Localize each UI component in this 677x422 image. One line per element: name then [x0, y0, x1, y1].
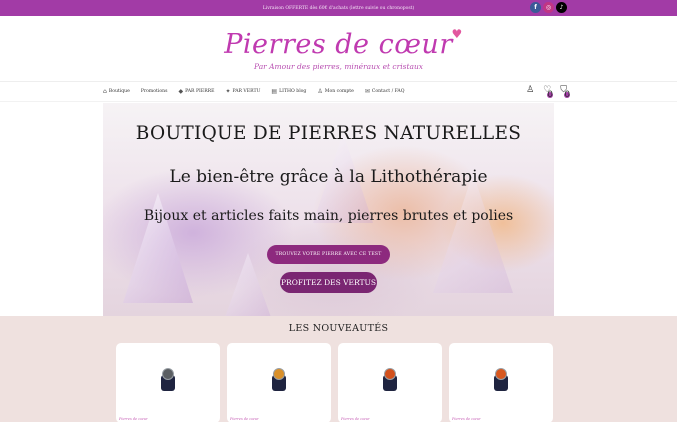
instagram-icon[interactable]: ◎ — [543, 2, 554, 13]
mail-icon: ✉ — [364, 88, 370, 95]
gem-icon: ◆ — [178, 88, 184, 95]
ring-stone — [495, 368, 507, 380]
nav-item-litho-blog[interactable]: ▤ LITHO blog — [271, 88, 306, 95]
new-arrivals-section: LES NOUVEAUTÉS Pierres de cœur Pierres d… — [0, 316, 677, 422]
product-card[interactable]: Pierres de cœur — [449, 343, 553, 422]
crystal-shard — [223, 253, 273, 316]
nav-item-label: Boutique — [108, 89, 130, 94]
nav-item-label: LITHO blog — [279, 89, 307, 94]
site-logo[interactable]: Pierres de cœur ♥ — [224, 28, 462, 60]
hero-subtitle: Le bien-être grâce à la Lithothérapie — [169, 167, 488, 187]
ring-image — [158, 367, 178, 391]
section-title: LES NOUVEAUTÉS — [288, 323, 389, 334]
product-card[interactable]: Pierres de cœur — [227, 343, 331, 422]
user-icon: ♙ — [317, 88, 323, 95]
product-watermark: Pierres de cœur — [119, 417, 148, 421]
hero-tagline: Bijoux et articles faits main, pierres b… — [143, 208, 514, 224]
nav-item-label: PAR VERTU — [232, 89, 261, 94]
facebook-icon[interactable]: f — [530, 2, 541, 13]
hero-title: BOUTIQUE DE PIERRES NATURELLES — [135, 123, 522, 144]
header-actions: ♙ ♡ 0 ⛉ 0 — [526, 86, 571, 101]
ring-image — [269, 367, 289, 391]
account-icon[interactable]: ♙ — [526, 86, 534, 101]
nav-item-par-pierre[interactable]: ◆ PAR PIERRE — [178, 88, 214, 95]
nav-item-mon-compte[interactable]: ♙ Mon compte — [317, 88, 353, 95]
nav-item-contact[interactable]: ✉ Contact / FAQ — [365, 88, 405, 95]
nav-item-par-vertu[interactable]: ✦ PAR VERTU — [226, 88, 261, 95]
cart-count: 0 — [564, 89, 571, 100]
ring-stone — [384, 368, 396, 380]
nav-item-label: PAR PIERRE — [185, 89, 215, 94]
nav-item-label: Promotions — [140, 89, 168, 94]
product-card[interactable]: Pierres de cœur — [116, 343, 220, 422]
product-watermark: Pierres de cœur — [341, 417, 370, 421]
book-icon: ▤ — [271, 88, 278, 95]
wishlist-icon[interactable]: ♡ 0 — [543, 86, 554, 101]
ring-image — [491, 367, 511, 391]
hero-banner: BOUTIQUE DE PIERRES NATURELLES Le bien-ê… — [103, 103, 554, 316]
promo-text: Livraison OFFERTE dès 60€ d'achats (lett… — [262, 5, 415, 11]
tiktok-icon[interactable]: ♪ — [556, 2, 567, 13]
logo-title: Pierres de cœur — [224, 28, 453, 60]
nav-item-boutique[interactable]: ⌂ Boutique — [103, 88, 130, 95]
crystal-shard — [433, 173, 513, 293]
product-watermark: Pierres de cœur — [452, 417, 481, 421]
product-grid: Pierres de cœur Pierres de cœur Pierres … — [116, 343, 553, 422]
nav-item-promotions[interactable]: Promotions — [141, 89, 168, 94]
ring-stone — [273, 368, 285, 380]
social-links: f ◎ ♪ — [530, 2, 567, 13]
vertus-button[interactable]: PROFITEZ DES VERTUS — [280, 272, 377, 293]
heart-icon: ♥ — [451, 26, 463, 41]
main-nav: ⌂ Boutique Promotions ◆ PAR PIERRE ✦ PAR… — [0, 82, 677, 102]
logo-tagline: Par Amour des pierres, minéraux et crist… — [253, 61, 424, 71]
nav-item-label: Contact / FAQ — [371, 89, 405, 94]
nav-item-label: Mon compte — [324, 89, 354, 94]
ring-stone — [162, 368, 174, 380]
cart-icon[interactable]: ⛉ 0 — [560, 86, 571, 101]
product-watermark: Pierres de cœur — [230, 417, 259, 421]
ring-image — [380, 367, 400, 391]
stone-quiz-button[interactable]: TROUVEZ VOTRE PIERRE AVEC CE TEST — [267, 245, 390, 264]
shop-icon: ⌂ — [103, 88, 107, 95]
sparkle-icon: ✦ — [225, 88, 231, 95]
promo-bar: Livraison OFFERTE dès 60€ d'achats (lett… — [0, 0, 677, 16]
product-card[interactable]: Pierres de cœur — [338, 343, 442, 422]
site-header: Pierres de cœur ♥ Par Amour des pierres,… — [0, 16, 677, 82]
wishlist-count: 0 — [547, 89, 554, 100]
